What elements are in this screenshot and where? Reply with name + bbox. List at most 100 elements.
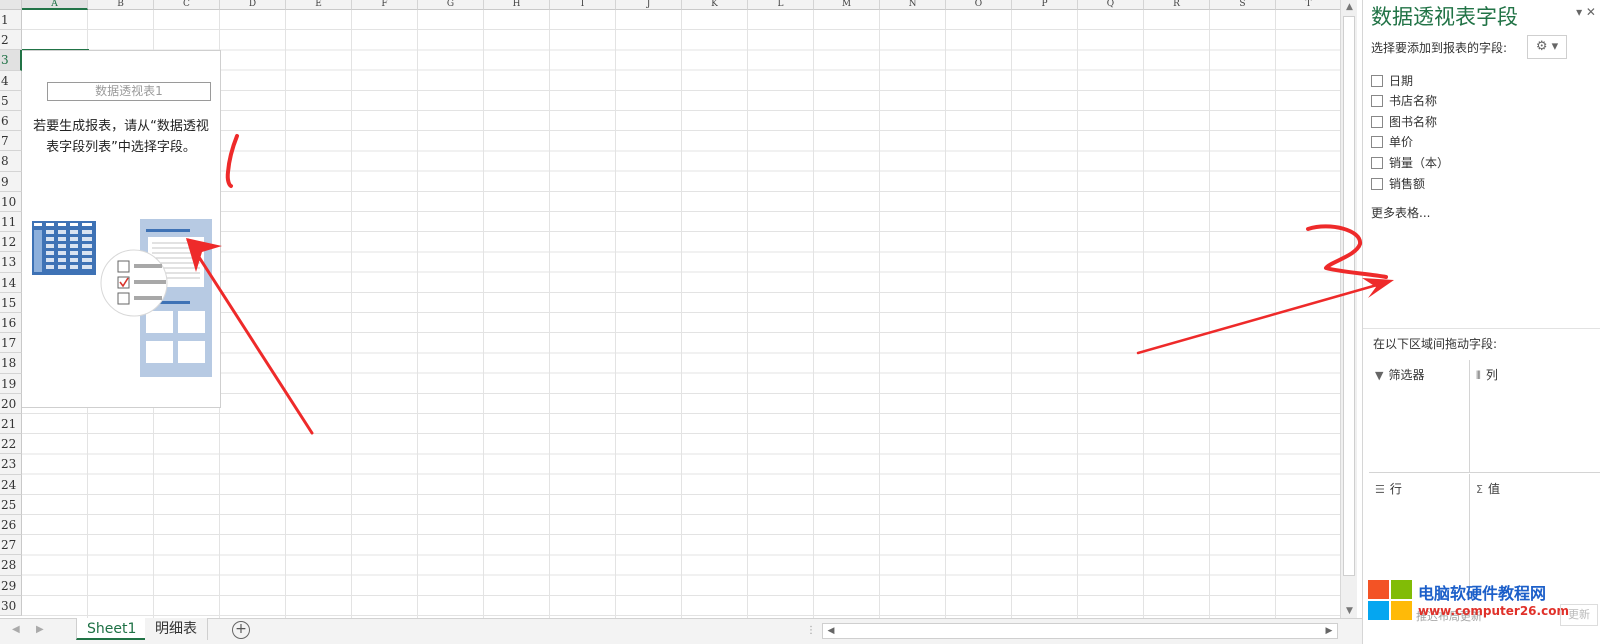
tab-sheet1[interactable]: Sheet1: [76, 618, 148, 640]
row-header-10[interactable]: 10: [0, 191, 22, 212]
watermark-site-url: www.computer26.com: [1418, 604, 1569, 618]
row-header-12[interactable]: 12: [0, 232, 22, 253]
field-item-bookstore[interactable]: 书店名称: [1371, 93, 1437, 111]
sheet-tab-bar: ◀ ▶ Sheet1 明细表 + ⋮ ◀ ▶: [0, 618, 1362, 644]
field-checkbox[interactable]: [1371, 95, 1383, 107]
column-header-q[interactable]: Q: [1078, 0, 1144, 10]
pivot-table-placeholder[interactable]: 数据透视表1 若要生成报表，请从“数据透视表字段列表”中选择字段。: [22, 50, 221, 408]
column-header-o[interactable]: O: [946, 0, 1012, 10]
field-label: 销售额: [1389, 177, 1426, 191]
rows-zone-label: 行: [1389, 482, 1402, 496]
select-all-corner[interactable]: [0, 0, 22, 10]
field-label: 单价: [1389, 135, 1414, 149]
row-header-25[interactable]: 25: [0, 494, 22, 515]
field-item-book-name[interactable]: 图书名称: [1371, 114, 1437, 132]
next-sheet-icon[interactable]: ▶: [36, 624, 44, 635]
row-header-9[interactable]: 9: [0, 171, 22, 192]
field-checkbox[interactable]: [1371, 157, 1383, 169]
row-header-29[interactable]: 29: [0, 575, 22, 596]
field-checkbox[interactable]: [1371, 178, 1383, 190]
row-header-15[interactable]: 15: [0, 292, 22, 313]
row-header-2[interactable]: 2: [0, 30, 22, 51]
row-header-27[interactable]: 27: [0, 535, 22, 556]
field-checkbox[interactable]: [1371, 75, 1383, 87]
row-header-22[interactable]: 22: [0, 434, 22, 455]
columns-zone-label: 列: [1485, 368, 1498, 382]
row-header-14[interactable]: 14: [0, 272, 22, 293]
vertical-scroll-thumb[interactable]: [1343, 16, 1355, 576]
row-header-11[interactable]: 11: [0, 212, 22, 233]
field-checkbox[interactable]: [1371, 136, 1383, 148]
column-header-k[interactable]: K: [682, 0, 748, 10]
row-header-3[interactable]: 3: [0, 50, 22, 71]
row-header-7[interactable]: 7: [0, 131, 22, 152]
column-header-e[interactable]: E: [286, 0, 352, 10]
tab-split-handle[interactable]: ⋮: [806, 625, 816, 636]
pane-subtitle: 选择要添加到报表的字段:: [1371, 41, 1508, 55]
field-item-date[interactable]: 日期: [1371, 73, 1413, 91]
row-header-17[interactable]: 17: [0, 333, 22, 354]
row-header-1[interactable]: 1: [0, 10, 22, 31]
field-checkbox[interactable]: [1371, 116, 1383, 128]
row-header-30[interactable]: 30: [0, 595, 22, 616]
row-header-16[interactable]: 16: [0, 313, 22, 334]
row-header-8[interactable]: 8: [0, 151, 22, 172]
column-header-f[interactable]: F: [352, 0, 418, 10]
drag-areas-label: 在以下区域间拖动字段:: [1373, 337, 1498, 351]
field-item-quantity[interactable]: 销量（本）: [1371, 155, 1449, 173]
row-header-21[interactable]: 21: [0, 414, 22, 435]
column-header-d[interactable]: D: [220, 0, 286, 10]
column-header-s[interactable]: S: [1210, 0, 1276, 10]
row-header-23[interactable]: 23: [0, 454, 22, 475]
vertical-scrollbar[interactable]: ▲ ▼: [1340, 0, 1357, 618]
column-header-a[interactable]: A: [22, 0, 88, 10]
field-item-unit-price[interactable]: 单价: [1371, 134, 1413, 152]
filters-zone[interactable]: ▼ 筛选器: [1369, 360, 1470, 473]
row-header-18[interactable]: 18: [0, 353, 22, 374]
tab-detail[interactable]: 明细表: [145, 618, 208, 640]
pane-title: 数据透视表字段: [1371, 5, 1518, 29]
columns-zone[interactable]: ⦀ 列: [1470, 360, 1600, 473]
column-header-m[interactable]: M: [814, 0, 880, 10]
row-header-20[interactable]: 20: [0, 393, 22, 414]
column-header-g[interactable]: G: [418, 0, 484, 10]
watermark-site-name: 电脑软硬件教程网: [1418, 584, 1547, 603]
row-header-13[interactable]: 13: [0, 252, 22, 273]
update-button[interactable]: 更新: [1560, 604, 1598, 626]
row-header-5[interactable]: 5: [0, 90, 22, 111]
column-header-l[interactable]: L: [748, 0, 814, 10]
field-label: 书店名称: [1389, 94, 1438, 108]
more-tables-link[interactable]: 更多表格...: [1371, 204, 1430, 221]
scroll-right-icon[interactable]: ▶: [1321, 624, 1337, 638]
columns-icon: ⦀: [1476, 369, 1481, 382]
row-header-28[interactable]: 28: [0, 555, 22, 576]
pane-options-close-icon[interactable]: ▾ ✕: [1576, 5, 1596, 19]
field-item-sales[interactable]: 销售额: [1371, 176, 1425, 194]
column-header-p[interactable]: P: [1012, 0, 1078, 10]
column-header-i[interactable]: I: [550, 0, 616, 10]
scroll-left-icon[interactable]: ◀: [823, 624, 839, 638]
column-header-t[interactable]: T: [1276, 0, 1342, 10]
add-sheet-button[interactable]: +: [232, 621, 250, 639]
row-header-4[interactable]: 4: [0, 70, 22, 91]
scroll-down-icon[interactable]: ▼: [1341, 604, 1358, 618]
excel-window: ABCDEFGHIJKLMNOPQRST 1 2 3 4 5 6 7 8 9 10 11 12 13 14…: [0, 0, 1600, 644]
prev-sheet-icon[interactable]: ◀: [12, 624, 20, 635]
tools-gear-button[interactable]: ⚙ ▾: [1527, 35, 1567, 59]
row-header-26[interactable]: 26: [0, 515, 22, 536]
pivot-table-message: 若要生成报表，请从“数据透视表字段列表”中选择字段。: [33, 119, 209, 155]
column-header-h[interactable]: H: [484, 0, 550, 10]
sigma-icon: Σ: [1476, 483, 1483, 496]
column-header-j[interactable]: J: [616, 0, 682, 10]
row-header-19[interactable]: 19: [0, 373, 22, 394]
column-header-n[interactable]: N: [880, 0, 946, 10]
horizontal-scrollbar[interactable]: ◀ ▶: [822, 623, 1338, 639]
column-header-r[interactable]: R: [1144, 0, 1210, 10]
pane-divider[interactable]: [1363, 328, 1600, 329]
scroll-up-icon[interactable]: ▲: [1341, 0, 1358, 14]
row-header-6[interactable]: 6: [0, 111, 22, 132]
column-header-c[interactable]: C: [154, 0, 220, 10]
row-header-24[interactable]: 24: [0, 474, 22, 495]
column-header-b[interactable]: B: [88, 0, 154, 10]
pivot-field-list-pane: 数据透视表字段 ▾ ✕ 选择要添加到报表的字段: ⚙ ▾ 日期 书店名称 图书名…: [1362, 0, 1600, 644]
